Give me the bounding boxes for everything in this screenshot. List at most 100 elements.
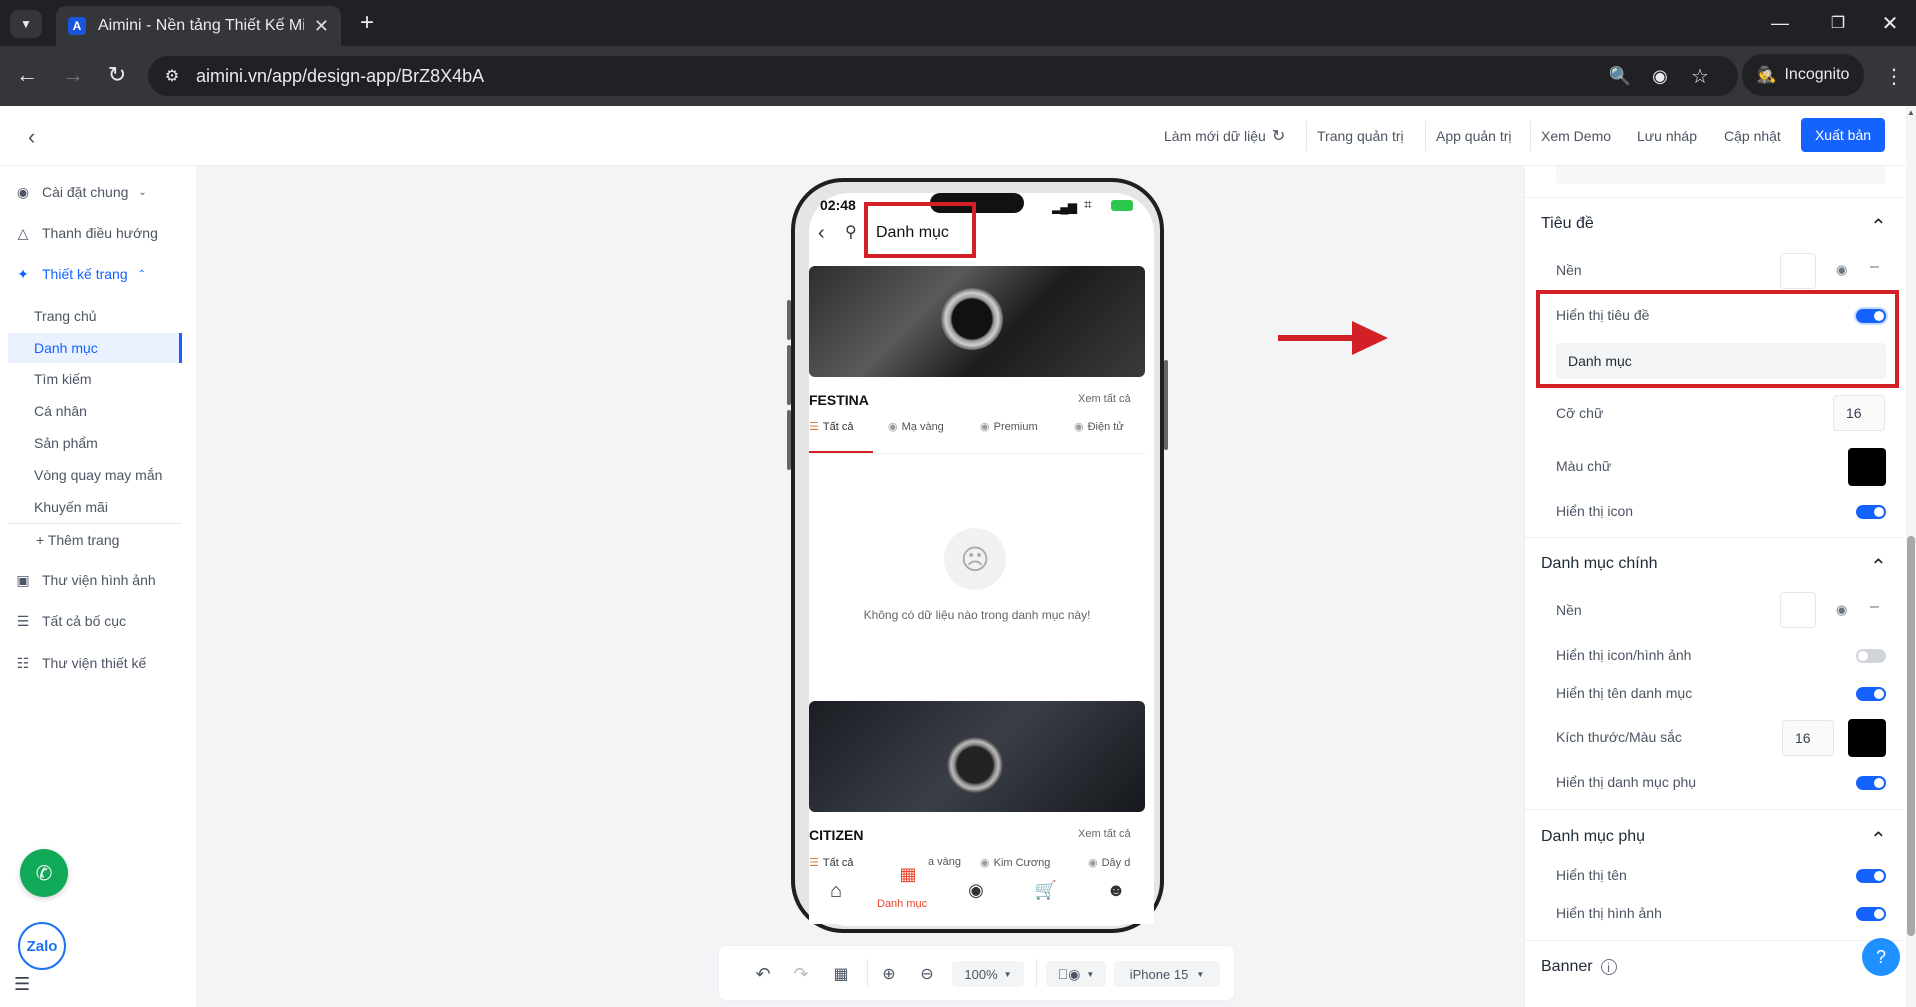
eye-off-icon[interactable]: ◉ [1646, 62, 1674, 90]
scroll-up-arrow[interactable]: ▲ [1906, 108, 1916, 117]
panel-scrollbar-thumb[interactable] [1907, 536, 1915, 936]
text-color-swatch[interactable] [1848, 448, 1886, 486]
tab-label: Điện tử [1087, 420, 1124, 433]
show-icon-image-toggle[interactable] [1856, 649, 1886, 663]
sidebar-item-design-library[interactable]: ☷ Thư viện thiết kế [14, 650, 147, 676]
tab-search-button[interactable]: ▼ [10, 10, 42, 38]
zalo-button[interactable]: Zalo [18, 922, 66, 970]
refresh-data-button[interactable]: Làm mới dữ liệu ↻ [1164, 106, 1285, 166]
incognito-badge[interactable]: 🕵 Incognito [1742, 54, 1864, 96]
restore-button[interactable]: ❐ [1818, 8, 1858, 38]
os-select[interactable]: ◉ ▼ [1046, 961, 1106, 987]
star-icon[interactable]: ☆ [1686, 62, 1714, 90]
save-draft-button[interactable]: Lưu nháp [1637, 106, 1697, 166]
admin-page-button[interactable]: Trang quản trị [1317, 106, 1404, 166]
sidebar-item-image-library[interactable]: ▣ Thư viện hình ảnh [14, 567, 155, 593]
zoom-in-icon[interactable]: ⊕ [876, 961, 902, 987]
redo-icon[interactable]: ↷ [788, 961, 814, 987]
divider [1524, 537, 1904, 538]
show-name-toggle[interactable] [1856, 869, 1886, 883]
zoom-icon[interactable]: 🔍 [1606, 62, 1634, 90]
url-text: aimini.vn/app/design-app/BrZ8X4bA [196, 65, 485, 86]
main-bg-label: Nền [1556, 602, 1582, 618]
new-tab-button[interactable]: + [352, 8, 382, 38]
phone-call-button[interactable]: ✆ [20, 849, 68, 897]
nav-home-icon[interactable]: ⌂ [824, 880, 848, 904]
chevron-up-icon[interactable]: ⌃ [1870, 214, 1887, 239]
banner-image-festina[interactable] [809, 266, 1145, 377]
eye-icon[interactable]: ◉ [1836, 262, 1847, 278]
show-cat-name-toggle[interactable] [1856, 687, 1886, 701]
help-button[interactable]: ? [1862, 938, 1900, 976]
font-size-input[interactable]: 16 [1833, 395, 1885, 431]
stack-icon: ☰ [809, 421, 819, 433]
hamburger-icon[interactable]: ☰ [14, 974, 30, 995]
page-item-promotions[interactable]: Khuyến mãi [34, 495, 108, 519]
show-icon-toggle[interactable] [1856, 505, 1886, 519]
back-icon[interactable]: ← [12, 60, 42, 90]
info-icon[interactable]: i [1600, 959, 1617, 975]
sidebar-item-all-layouts[interactable]: ☰ Tất cả bố cục [14, 608, 126, 634]
omnibox[interactable]: aimini.vn/app/design-app/BrZ8X4bA [148, 56, 1738, 96]
main-bg-color-swatch[interactable] [1780, 592, 1816, 628]
collapse-back-icon[interactable]: ‹ [28, 124, 48, 149]
eye-icon[interactable]: ◉ [1836, 602, 1847, 618]
minus-icon[interactable]: – [1870, 258, 1879, 276]
empty-clipboard-icon: ☹ [944, 528, 1006, 590]
zoom-out-icon[interactable]: ⊖ [914, 961, 940, 987]
phone-tab-diamond[interactable]: ◉ Kim Cương [980, 856, 1050, 870]
phone-back-icon[interactable]: ‹ [818, 222, 838, 246]
minus-icon[interactable]: – [1870, 598, 1879, 616]
add-page-button[interactable]: + Thêm trang [36, 528, 119, 552]
divider [8, 523, 182, 524]
phone-tab-all-2[interactable]: ☰ Tất cả [809, 856, 853, 870]
bg-color-swatch[interactable] [1780, 253, 1816, 289]
show-image-toggle[interactable] [1856, 907, 1886, 921]
forward-icon[interactable]: → [58, 60, 88, 90]
site-info-icon[interactable]: ⚙ [160, 64, 184, 88]
page-item-personal[interactable]: Cá nhân [34, 399, 87, 423]
menu-dots-icon[interactable]: ⋮ [1880, 62, 1908, 90]
reload-icon[interactable]: ↻ [102, 60, 132, 90]
nav-game-icon[interactable]: ◉ [964, 880, 988, 904]
sidebar-item-page-design[interactable]: ✦ Thiết kế trang ⌃ [14, 261, 146, 287]
phone-tab-gold[interactable]: ◉ Mạ vàng [888, 420, 944, 434]
nav-user-icon[interactable]: ☻ [1104, 880, 1128, 904]
chevron-up-icon[interactable]: ⌃ [1870, 554, 1887, 579]
close-window-button[interactable]: ✕ [1870, 8, 1910, 38]
phone-tab-all[interactable]: ☰ Tất cả [809, 420, 853, 434]
update-button[interactable]: Cập nhật [1724, 106, 1781, 166]
nav-cart-icon[interactable]: 🛒 [1034, 880, 1058, 904]
size-input[interactable]: 16 [1782, 720, 1834, 756]
close-tab-icon[interactable]: ✕ [314, 16, 329, 37]
see-all-link[interactable]: Xem tất cả [1078, 828, 1131, 840]
grid-icon[interactable]: ▦ [828, 961, 854, 987]
chevron-up-icon[interactable]: ⌃ [1870, 827, 1887, 852]
page-item-lucky-wheel[interactable]: Vòng quay may mắn [34, 463, 162, 487]
banner-image-citizen[interactable] [809, 701, 1145, 812]
page-item-search[interactable]: Tìm kiếm [34, 367, 92, 391]
sidebar-item-general-settings[interactable]: ◉ Cài đặt chung ⌄ [14, 179, 147, 205]
phone-tab-gold-2[interactable]: a vàng [928, 856, 961, 868]
device-select[interactable]: iPhone 15 ▼ [1114, 961, 1220, 987]
demo-button[interactable]: Xem Demo [1541, 106, 1611, 166]
page-item-products[interactable]: Sản phẩm [34, 431, 98, 455]
admin-app-button[interactable]: App quản trị [1436, 106, 1512, 166]
nav-category-icon[interactable]: ▦ [894, 864, 922, 892]
phone-search-icon[interactable]: ⚲ [845, 222, 857, 242]
phone-tab-strap[interactable]: ◉ Dây d [1088, 856, 1144, 870]
cat-color-swatch[interactable] [1848, 719, 1886, 757]
minimize-button[interactable]: — [1760, 8, 1800, 38]
phone-tab-premium[interactable]: ◉ Premium [980, 420, 1038, 434]
show-sub-cat-toggle[interactable] [1856, 776, 1886, 790]
see-all-link[interactable]: Xem tất cả [1078, 393, 1131, 405]
chevron-up-icon: ⌃ [137, 268, 146, 280]
zoom-select[interactable]: 100% ▼ [952, 961, 1024, 987]
sidebar-item-navigation-bar[interactable]: △ Thanh điều hướng [14, 220, 158, 246]
undo-icon[interactable]: ↶ [750, 961, 776, 987]
publish-button[interactable]: Xuất bản [1801, 118, 1885, 152]
page-item-home[interactable]: Trang chủ [34, 304, 97, 328]
phone-tab-electronic[interactable]: ◉ Điện tử [1074, 420, 1144, 434]
browser-tab[interactable]: A Aimini - Nền tảng Thiết Kế Mini ✕ [56, 6, 341, 46]
page-item-category[interactable]: Danh mục [34, 336, 98, 360]
